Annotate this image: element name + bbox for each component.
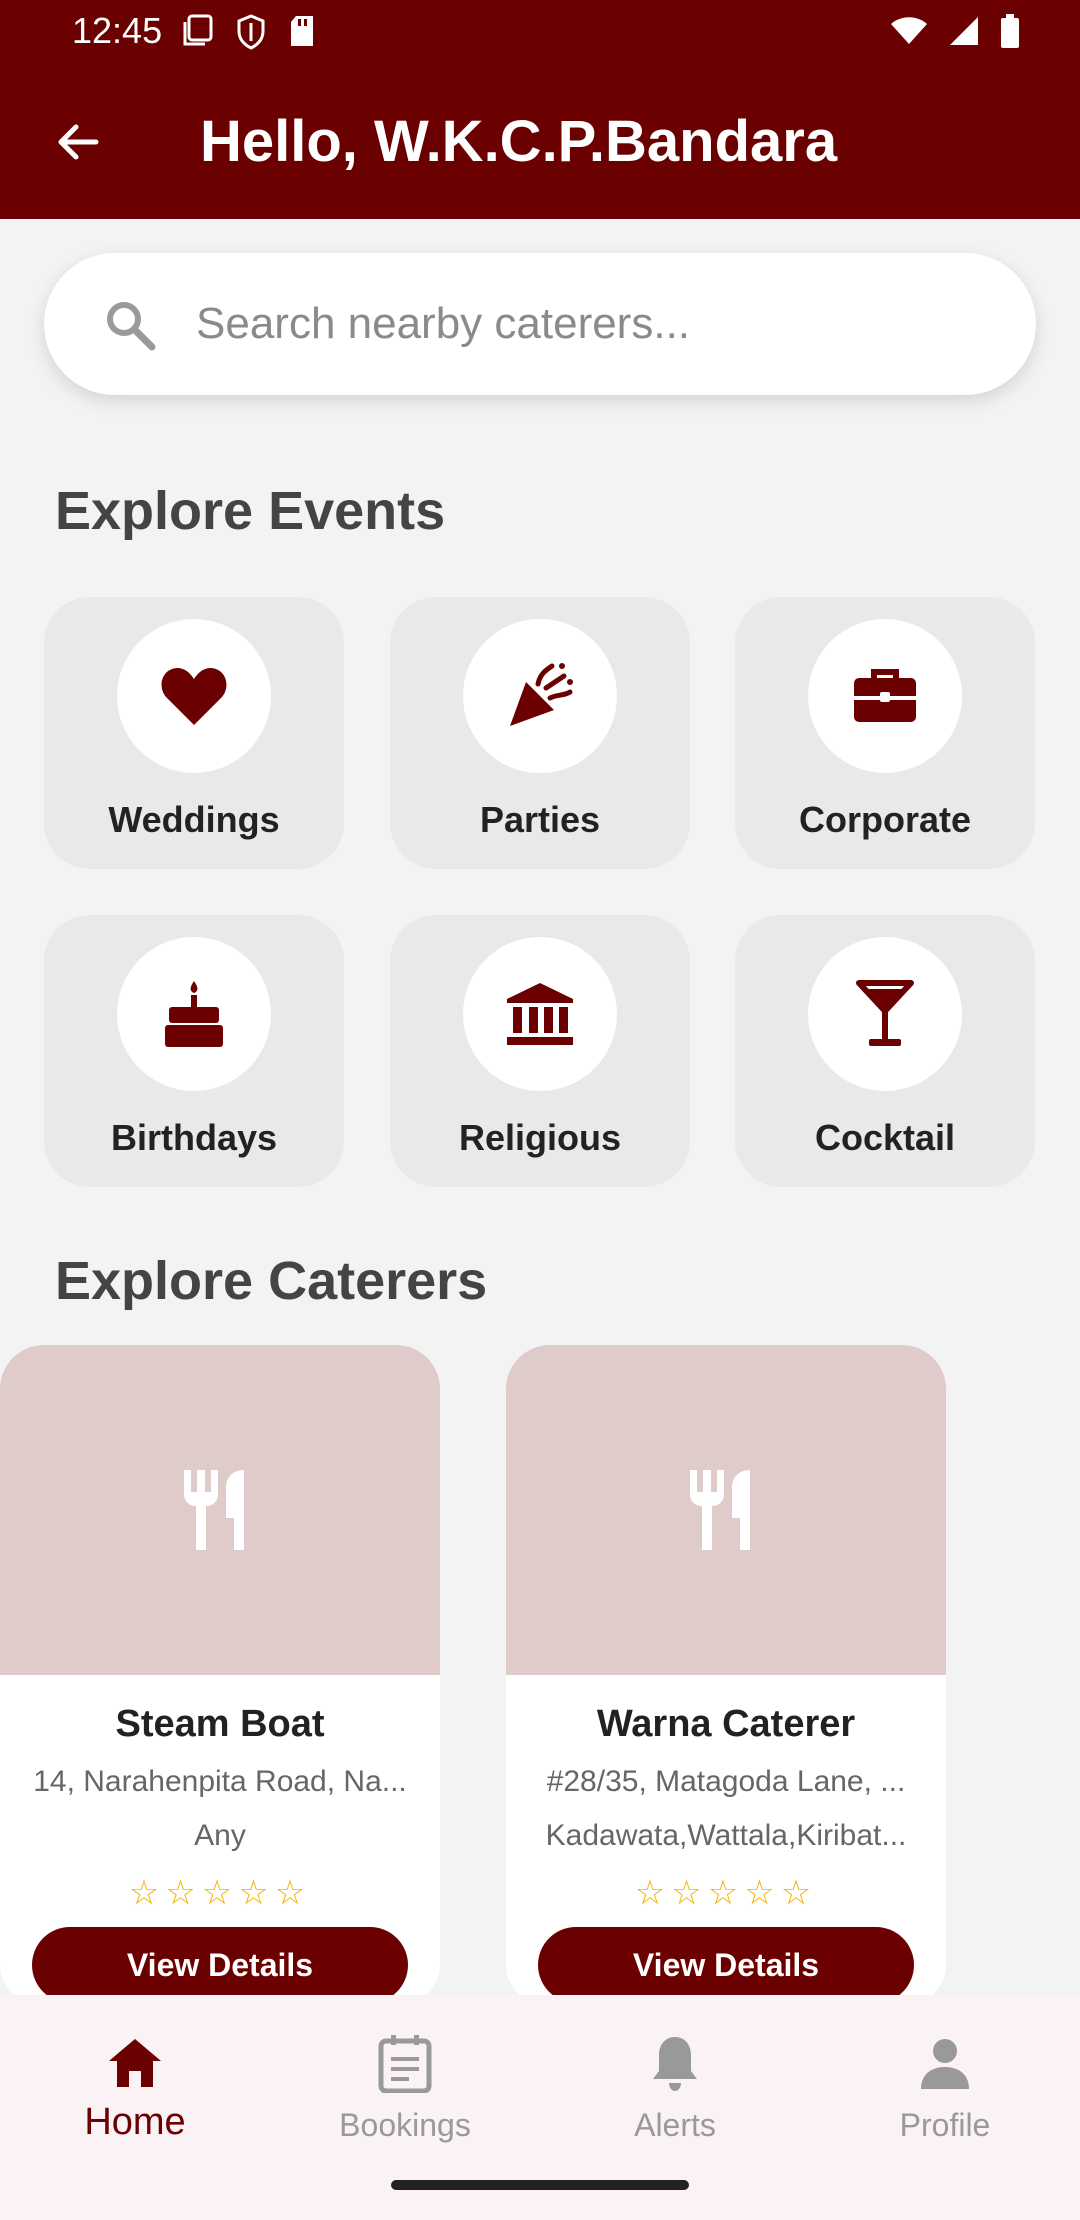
app-bar: 12:45 Hello, W.K.C.P.Bandara — [0, 0, 1080, 219]
caterer-name: Steam Boat — [115, 1703, 325, 1745]
event-icon-circle — [808, 937, 962, 1091]
event-label: Parties — [479, 799, 601, 840]
event-card-corporate[interactable]: Corporate — [735, 597, 1035, 869]
search-input[interactable] — [196, 289, 976, 359]
sd-card-icon — [291, 16, 313, 46]
temple-icon — [507, 983, 573, 1045]
caterer-image-placeholder — [506, 1345, 946, 1675]
cake-icon — [165, 981, 223, 1047]
calendar-icon — [378, 2035, 432, 2093]
caterer-address: #28/35, Matagoda Lane, ... — [546, 1765, 906, 1798]
section-title-events: Explore Events — [55, 481, 446, 541]
event-icon-circle — [463, 619, 617, 773]
nav-label: Bookings — [339, 2107, 471, 2143]
nav-item-home[interactable]: Home — [0, 2015, 270, 2165]
restaurant-icon — [184, 1470, 244, 1550]
shield-icon — [237, 14, 265, 50]
view-details-button[interactable]: View Details — [32, 1927, 408, 2003]
heart-icon — [161, 668, 227, 725]
section-title-caterers: Explore Caterers — [55, 1251, 488, 1311]
battery-icon — [1001, 14, 1019, 48]
caterer-card[interactable]: Steam Boat 14, Narahenpita Road, Na... A… — [0, 1345, 440, 2005]
caterer-address: 14, Narahenpita Road, Na... — [33, 1765, 407, 1798]
event-label: Corporate — [798, 799, 972, 840]
search-bar[interactable] — [44, 253, 1036, 395]
caterer-area: Kadawata,Wattala,Kiribat... — [545, 1819, 907, 1852]
back-button[interactable] — [48, 112, 108, 172]
event-card-weddings[interactable]: Weddings — [44, 597, 344, 869]
event-icon-circle — [117, 937, 271, 1091]
arrow-back-icon — [58, 124, 99, 160]
nav-label: Home — [84, 2101, 186, 2143]
rating-stars: ☆☆☆☆☆ — [128, 1874, 312, 1912]
nav-item-profile[interactable]: Profile — [810, 2015, 1080, 2165]
view-details-button[interactable]: View Details — [538, 1927, 914, 2003]
bell-icon — [653, 2037, 697, 2091]
rating-stars: ☆☆☆☆☆ — [634, 1874, 818, 1912]
event-label: Religious — [458, 1117, 622, 1158]
home-icon — [109, 2039, 161, 2087]
caterer-card[interactable]: Warna Caterer #28/35, Matagoda Lane, ...… — [506, 1345, 946, 2005]
restaurant-icon — [690, 1470, 750, 1550]
status-notification-icons — [182, 14, 316, 50]
event-label: Weddings — [108, 799, 280, 840]
event-icon-circle — [808, 619, 962, 773]
event-icon-circle — [463, 937, 617, 1091]
event-card-cocktail[interactable]: Cocktail — [735, 915, 1035, 1187]
screenshot-icon — [183, 14, 213, 46]
event-label: Birthdays — [110, 1117, 278, 1158]
briefcase-icon — [854, 669, 916, 722]
page-title: Hello, W.K.C.P.Bandara — [200, 109, 838, 174]
event-label: Cocktail — [814, 1117, 956, 1158]
event-card-religious[interactable]: Religious — [390, 915, 690, 1187]
person-icon — [921, 2039, 969, 2089]
gesture-home-indicator[interactable] — [391, 2180, 689, 2190]
wifi-icon — [891, 17, 927, 44]
event-card-parties[interactable]: Parties — [390, 597, 690, 869]
status-time: 12:45 — [72, 10, 163, 51]
event-card-birthdays[interactable]: Birthdays — [44, 915, 344, 1187]
nav-label: Alerts — [634, 2107, 716, 2143]
cocktail-icon — [856, 980, 914, 1046]
party-popper-icon — [510, 663, 573, 726]
caterer-image-placeholder — [0, 1345, 440, 1675]
caterer-name: Warna Caterer — [596, 1703, 856, 1745]
search-icon — [107, 302, 156, 351]
status-bar: 12:45 — [0, 0, 1080, 64]
status-system-icons — [890, 14, 1020, 48]
caterer-area: Any — [194, 1819, 246, 1852]
event-icon-circle — [117, 619, 271, 773]
nav-item-bookings[interactable]: Bookings — [270, 2015, 540, 2165]
nav-item-alerts[interactable]: Alerts — [540, 2015, 810, 2165]
signal-icon — [950, 17, 978, 45]
nav-label: Profile — [899, 2107, 991, 2143]
